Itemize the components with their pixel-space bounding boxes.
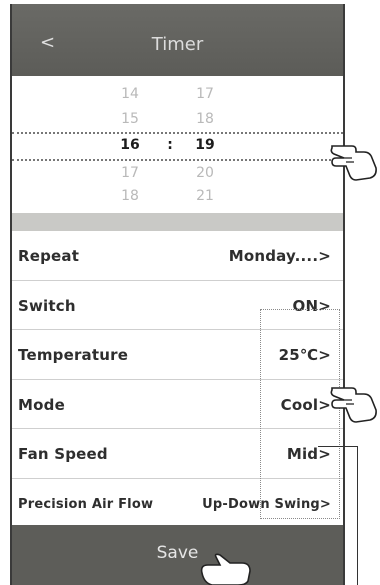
selection-line-bottom [12, 159, 343, 161]
setting-value[interactable]: Cool> [281, 396, 331, 414]
setting-value[interactable]: Monday....> [229, 247, 331, 265]
setting-repeat[interactable]: Repeat Monday....> [12, 231, 343, 281]
header-bar: < Timer [12, 4, 343, 76]
setting-label: Temperature [18, 346, 129, 364]
setting-switch[interactable]: Switch ON> [12, 281, 343, 330]
hour-option[interactable]: 14 [115, 86, 145, 102]
callout-line [357, 446, 358, 585]
minute-option[interactable]: 17 [190, 86, 220, 102]
settings-list: Repeat Monday....> Switch ON> Temperatur… [12, 231, 343, 528]
selected-minute[interactable]: 19 [190, 137, 220, 153]
setting-value[interactable]: Up-Down Swing> [202, 497, 331, 512]
selection-line-top [12, 132, 343, 134]
minute-option[interactable]: 21 [190, 188, 220, 204]
setting-temperature[interactable]: Temperature 25℃> [12, 330, 343, 380]
setting-label: Mode [18, 395, 65, 414]
setting-value[interactable]: 25℃> [279, 346, 331, 364]
minute-option[interactable]: 20 [190, 165, 220, 181]
pointing-hand-icon [330, 387, 377, 423]
hour-option[interactable]: 15 [115, 111, 145, 127]
hour-option[interactable]: 18 [115, 188, 145, 204]
callout-line [318, 446, 358, 447]
hour-option[interactable]: 17 [115, 165, 145, 181]
setting-label: Fan Speed [18, 445, 108, 463]
setting-fan-speed[interactable]: Fan Speed Mid> [12, 429, 343, 479]
time-separator: : [167, 137, 173, 153]
pointing-hand-icon [200, 553, 251, 585]
save-label: Save [156, 543, 199, 563]
selected-hour[interactable]: 16 [115, 137, 145, 153]
picker-row[interactable]: 14 17 [12, 86, 343, 108]
setting-label: Precision Air Flow [18, 496, 154, 512]
setting-label: Switch [18, 296, 76, 315]
setting-value[interactable]: Mid> [287, 445, 331, 463]
pointing-hand-icon [330, 145, 377, 181]
section-divider [12, 213, 343, 231]
save-button[interactable]: Save [12, 525, 343, 585]
timer-screen: < Timer 14 17 15 18 16 : 19 17 20 18 21 … [10, 4, 345, 585]
page-title: Timer [151, 34, 204, 55]
picker-row[interactable]: 15 18 [12, 111, 343, 133]
setting-label: Repeat [18, 247, 80, 265]
picker-row[interactable]: 18 21 [12, 188, 343, 210]
setting-precision-air-flow[interactable]: Precision Air Flow Up-Down Swing> [12, 479, 343, 528]
setting-mode[interactable]: Mode Cool> [12, 380, 343, 429]
minute-option[interactable]: 18 [190, 111, 220, 127]
time-picker[interactable]: 14 17 15 18 16 : 19 17 20 18 21 [12, 76, 343, 214]
picker-row[interactable]: 17 20 [12, 165, 343, 187]
setting-value[interactable]: ON> [293, 297, 331, 315]
picker-row-selected[interactable]: 16 : 19 [12, 137, 343, 159]
